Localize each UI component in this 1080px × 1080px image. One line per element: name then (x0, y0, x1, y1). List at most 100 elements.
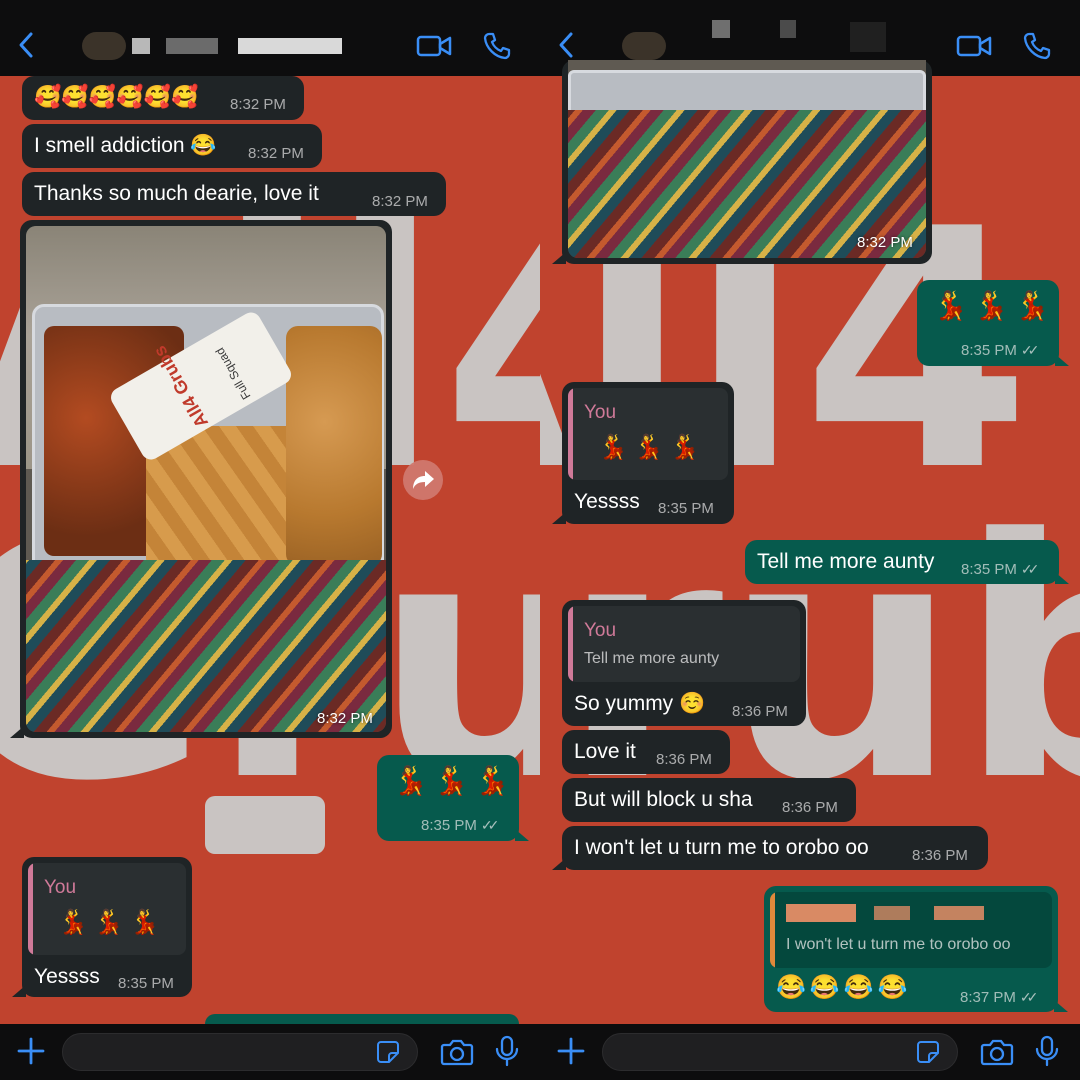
quote-bar (28, 863, 33, 955)
reply-message-outgoing[interactable]: I won't let u turn me to orobo oo 😂😂😂😂 8… (764, 886, 1068, 1012)
quote-bar (568, 388, 573, 480)
quote-text: Tell me more aunty (584, 650, 720, 667)
phone-icon[interactable] (1022, 31, 1052, 61)
emoji-row: 😂😂😂😂 (776, 976, 912, 1000)
chat-header (0, 0, 540, 76)
chevron-left-icon[interactable] (554, 30, 580, 60)
photo-puff-puff (286, 326, 382, 566)
message-time: 8:32 PM (857, 234, 913, 251)
message-time: 8:37 PM ✓✓ (960, 989, 1039, 1006)
quote-text: I won't let u turn me to orobo oo (786, 936, 1011, 953)
read-receipt-icon: ✓✓ (1020, 342, 1040, 358)
emoji: 💃 (933, 290, 974, 321)
emoji: 😂 (776, 974, 810, 1001)
message-text: Yessss (574, 490, 640, 513)
message-bubble-outgoing[interactable]: Tell me more aunty 8:35 PM ✓✓ (745, 540, 1069, 584)
emoji: 🥰 (34, 84, 62, 109)
quote-emoji-row: 💃💃💃 (58, 911, 166, 935)
message-text: Love it (574, 740, 636, 763)
sticker-icon[interactable] (916, 1040, 940, 1064)
camera-icon[interactable] (440, 1037, 474, 1067)
emoji: 💃 (393, 765, 434, 796)
message-time: 8:36 PM (732, 703, 788, 720)
message-time: 8:36 PM (782, 799, 838, 816)
reply-message[interactable]: You Tell me more aunty So yummy ☺️ 8:36 … (562, 600, 806, 726)
message-bubble-outgoing[interactable]: 💃💃💃 8:35 PM ✓✓ (377, 755, 529, 841)
emoji: 💃 (973, 290, 1015, 321)
emoji: 💃 (129, 909, 166, 936)
reply-message[interactable]: You 💃💃💃 Yessss 8:35 PM (12, 857, 192, 997)
camera-icon[interactable] (980, 1037, 1014, 1067)
message-bubble[interactable]: I won't let u turn me to orobo oo 8:36 P… (552, 826, 988, 870)
microphone-icon[interactable] (494, 1035, 520, 1067)
photo-message[interactable]: 8:32 PM (552, 60, 932, 264)
message-bubble[interactable]: Thanks so much dearie, love it 8:32 PM (22, 172, 446, 216)
plus-icon[interactable] (16, 1036, 46, 1066)
message-time: 8:35 PM ✓✓ (421, 817, 500, 834)
emoji: 💃 (58, 909, 94, 936)
emoji: 💃 (474, 765, 516, 796)
emoji-row: 💃💃💃 (393, 767, 516, 795)
food-photo[interactable]: 8:32 PM (568, 60, 926, 258)
quoted-message[interactable]: You Tell me more aunty (568, 606, 800, 682)
quoted-message[interactable]: You 💃💃💃 (568, 388, 728, 480)
message-bubble[interactable]: Love it 8:36 PM (562, 730, 730, 774)
emoji: 🥰 (88, 84, 117, 109)
message-time: 8:35 PM (658, 500, 714, 517)
time-label: 8:35 PM (961, 342, 1017, 359)
message-time: 8:32 PM (317, 710, 373, 727)
video-camera-icon[interactable] (956, 34, 992, 58)
contact-name-redacted[interactable] (712, 20, 730, 38)
reply-message[interactable]: You 💃💃💃 Yessss 8:35 PM (552, 382, 734, 524)
contact-name-redacted-2 (166, 38, 218, 54)
message-bubble[interactable]: I smell addiction 😂 8:32 PM (22, 124, 322, 168)
chevron-left-icon[interactable] (14, 30, 40, 60)
quote-author-redacted (786, 904, 856, 922)
contact-avatar[interactable] (82, 32, 126, 60)
phone-icon[interactable] (482, 31, 512, 61)
message-bubble-outgoing[interactable]: 💃💃💃 8:35 PM ✓✓ (917, 280, 1069, 366)
forward-icon[interactable] (403, 460, 443, 500)
emoji: 😂 (843, 974, 878, 1001)
emoji: 💃 (633, 434, 670, 461)
time-label: 8:35 PM (961, 561, 1017, 578)
contact-name-redacted-3 (238, 38, 342, 54)
sticker-icon[interactable] (376, 1040, 400, 1064)
emoji: 🥰 (171, 84, 199, 109)
message-time: 8:32 PM (230, 96, 286, 113)
message-text: Thanks so much dearie, love it (34, 182, 319, 205)
message-input[interactable] (602, 1033, 958, 1071)
read-receipt-icon: ✓✓ (1019, 989, 1039, 1005)
time-label: 8:35 PM (421, 817, 477, 834)
read-receipt-icon: ✓✓ (1020, 561, 1040, 577)
message-bubble[interactable]: 🥰🥰🥰🥰🥰🥰 8:32 PM (22, 76, 304, 120)
quote-author: You (584, 620, 617, 641)
message-text: Tell me more aunty (757, 550, 935, 573)
quote-author-redacted-2 (874, 906, 910, 920)
contact-avatar[interactable] (622, 32, 666, 60)
quote-author-redacted-3 (934, 906, 984, 920)
quoted-message[interactable]: I won't let u turn me to orobo oo (770, 892, 1052, 968)
message-time: 8:32 PM (248, 145, 304, 162)
video-camera-icon[interactable] (416, 34, 452, 58)
quoted-message[interactable]: You 💃💃💃 (28, 863, 186, 955)
label-subtitle: Full Squad (212, 345, 254, 402)
emoji: 🥰 (61, 84, 89, 109)
chat-screen-left: All4 Grub 🥰🥰🥰🥰🥰🥰 8:32 PM I smell addicti… (0, 0, 540, 1080)
message-input[interactable] (62, 1033, 418, 1071)
microphone-icon[interactable] (1034, 1035, 1060, 1067)
contact-name-redacted-3 (850, 22, 886, 52)
message-bubble[interactable]: But will block u sha 8:36 PM (562, 778, 856, 822)
emoji: 🥰 (143, 84, 172, 109)
emoji-row: 🥰🥰🥰🥰🥰🥰 (34, 86, 198, 108)
message-time: 8:35 PM ✓✓ (961, 342, 1040, 359)
chat-screen-right: All4 Grub 8:32 PM 💃💃💃 8:35 PM✓✓ You (540, 0, 1080, 1080)
emoji: 💃 (598, 434, 634, 461)
contact-name-redacted[interactable] (132, 38, 150, 54)
plus-icon[interactable] (556, 1036, 586, 1066)
composer-bar (0, 1024, 540, 1080)
composer-bar (540, 1024, 1080, 1080)
photo-message[interactable]: All4 Grubs Full Squad 8:32 PM (10, 220, 392, 738)
message-text: Yessss (34, 965, 100, 988)
food-photo[interactable]: All4 Grubs Full Squad 8:32 PM (26, 226, 386, 732)
